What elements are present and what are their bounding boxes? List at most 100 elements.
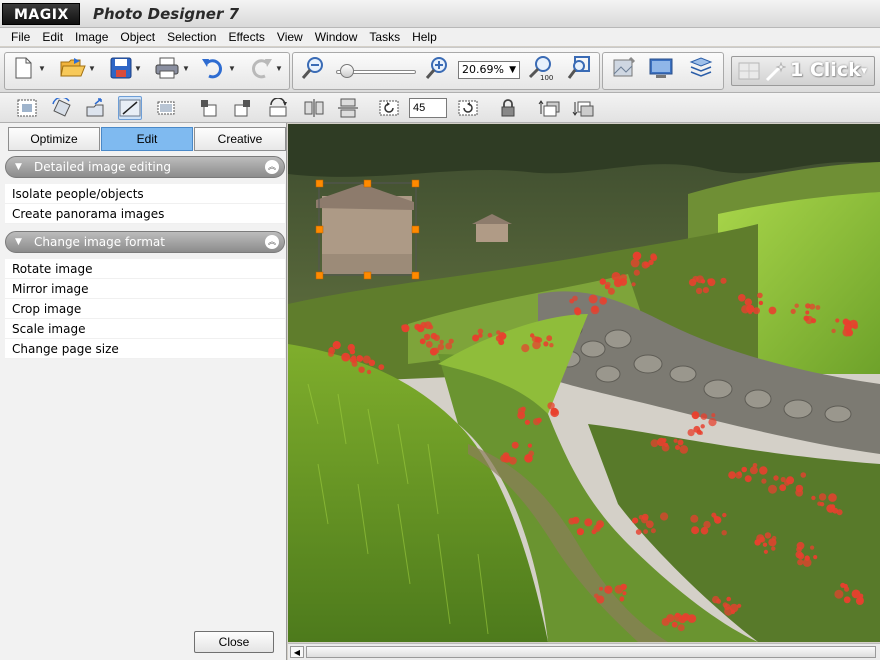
tab-edit[interactable]: Edit — [101, 127, 193, 151]
zoom-out-button[interactable] — [300, 55, 326, 81]
redo-icon — [252, 59, 272, 79]
photo-edit-icon — [613, 56, 636, 77]
collapse-icon[interactable]: ︽ — [265, 235, 279, 249]
print-button[interactable] — [154, 55, 180, 81]
brush-icon — [119, 99, 141, 117]
menu-tasks[interactable]: Tasks — [363, 28, 406, 46]
main-toolbar: ▼ ▼ ▼ ▼ ▼ ▼ 20.69% ▼ 100 1 Click ▼ — [0, 47, 880, 93]
export-object-button[interactable] — [84, 96, 108, 120]
menu-effects[interactable]: Effects — [222, 28, 270, 46]
task-rotate-image[interactable]: Rotate image — [5, 259, 285, 279]
flip-left-button[interactable] — [197, 96, 221, 120]
chevron-down-icon[interactable]: ▼ — [134, 64, 142, 73]
floppy-disk-icon — [110, 57, 132, 79]
undo-button[interactable] — [200, 55, 226, 81]
menu-image[interactable]: Image — [69, 28, 114, 46]
save-button[interactable] — [108, 55, 134, 81]
menu-edit[interactable]: Edit — [36, 28, 69, 46]
undo-icon — [202, 59, 222, 79]
zoom-level-value: 20.69% — [462, 63, 504, 76]
chevron-down-icon[interactable]: ▼ — [88, 64, 96, 73]
panel-tabs: Optimize Edit Creative — [8, 127, 287, 151]
menu-selection[interactable]: Selection — [161, 28, 222, 46]
mirror-vertical-button[interactable] — [336, 96, 360, 120]
layers-button[interactable] — [688, 55, 714, 81]
crop-icon — [157, 101, 175, 115]
rotate-cw-angle-button[interactable] — [456, 96, 480, 120]
image-grid-icon — [738, 62, 760, 80]
edit-toolbar: 45 — [0, 93, 880, 123]
lock-icon — [501, 99, 515, 117]
tab-optimize[interactable]: Optimize — [8, 127, 100, 151]
chevron-down-icon[interactable]: ▼ — [38, 64, 46, 73]
one-click-button[interactable]: 1 Click ▼ — [731, 56, 875, 86]
zoom-fit-button[interactable] — [566, 55, 592, 81]
open-button[interactable] — [60, 55, 86, 81]
task-panel: Optimize Edit Creative ▼ Detailed image … — [0, 123, 287, 660]
menu-window[interactable]: Window — [309, 28, 364, 46]
scroll-left-icon[interactable]: ◀ — [290, 646, 304, 658]
menu-view[interactable]: View — [271, 28, 309, 46]
horizontal-scrollbar[interactable]: ◀ — [288, 643, 880, 660]
rotate-ccw-angle-button[interactable] — [377, 96, 401, 120]
bring-forward-button[interactable] — [538, 96, 562, 120]
printer-icon — [155, 57, 179, 79]
send-backward-button[interactable] — [572, 96, 596, 120]
menu-bar: File Edit Image Object Selection Effects… — [0, 28, 880, 46]
rotate-free-button[interactable] — [50, 96, 74, 120]
task-crop-image[interactable]: Crop image — [5, 299, 285, 319]
task-scale-image[interactable]: Scale image — [5, 319, 285, 339]
mirror-horizontal-button[interactable] — [302, 96, 326, 120]
flip-right-button[interactable] — [230, 96, 254, 120]
menu-help[interactable]: Help — [406, 28, 443, 46]
close-button[interactable]: Close — [194, 631, 274, 653]
section-detailed-image-editing-body: Isolate people/objects Create panorama i… — [5, 184, 285, 224]
zoom-100-button[interactable]: 100 — [528, 55, 554, 81]
lock-button[interactable] — [496, 96, 520, 120]
rotate-icon — [52, 98, 71, 117]
new-document-button[interactable] — [10, 55, 36, 81]
task-create-panorama-images[interactable]: Create panorama images — [5, 204, 285, 224]
zoom-100-icon: 100 — [528, 56, 553, 81]
section-change-image-format-header[interactable]: ▼ Change image format ︽ — [5, 231, 285, 253]
title-bar: MAGIX Photo Designer 7 — [0, 0, 880, 28]
triangle-down-icon: ▼ — [15, 162, 22, 172]
retouch-brush-button[interactable] — [118, 96, 142, 120]
chevron-down-icon[interactable]: ▼ — [182, 64, 190, 73]
scrollbar-thumb[interactable] — [306, 646, 876, 658]
app-logo: MAGIX — [2, 3, 80, 25]
collapse-icon[interactable]: ︽ — [265, 160, 279, 174]
zoom-in-button[interactable] — [424, 55, 450, 81]
zoom-level-select[interactable]: 20.69% ▼ — [458, 61, 520, 79]
redo-button[interactable] — [248, 55, 274, 81]
menu-object[interactable]: Object — [114, 28, 161, 46]
image-canvas[interactable] — [288, 124, 880, 642]
one-click-label: 1 Click — [790, 59, 861, 81]
new-document-icon — [15, 57, 32, 79]
chevron-down-icon[interactable]: ▼ — [228, 64, 236, 73]
menu-file[interactable]: File — [5, 28, 36, 46]
task-mirror-image[interactable]: Mirror image — [5, 279, 285, 299]
crop-button[interactable] — [154, 96, 178, 120]
zoom-fit-icon — [567, 56, 590, 79]
chevron-down-icon[interactable]: ▼ — [275, 64, 283, 73]
magic-wand-icon — [765, 62, 786, 82]
send-backward-icon — [572, 101, 594, 117]
rotate-cw-icon — [458, 100, 478, 116]
svg-text:100: 100 — [540, 74, 553, 81]
folder-open-icon — [60, 58, 86, 77]
zoom-slider-thumb[interactable] — [340, 64, 354, 78]
triangle-down-icon: ▼ — [15, 237, 22, 247]
task-isolate-people-objects[interactable]: Isolate people/objects — [5, 184, 285, 204]
tab-creative[interactable]: Creative — [194, 127, 286, 151]
section-change-image-format-body: Rotate image Mirror image Crop image Sca… — [5, 259, 285, 359]
rotation-angle-input[interactable]: 45 — [409, 98, 447, 118]
picture-mode-button[interactable] — [610, 55, 636, 81]
rotate-180-icon — [269, 98, 287, 117]
rotate-180-button[interactable] — [266, 96, 290, 120]
section-detailed-image-editing-header[interactable]: ▼ Detailed image editing ︽ — [5, 156, 285, 178]
select-area-button[interactable] — [15, 96, 39, 120]
slideshow-button[interactable] — [648, 55, 674, 81]
task-change-page-size[interactable]: Change page size — [5, 339, 285, 359]
landscape-photo — [288, 124, 880, 642]
